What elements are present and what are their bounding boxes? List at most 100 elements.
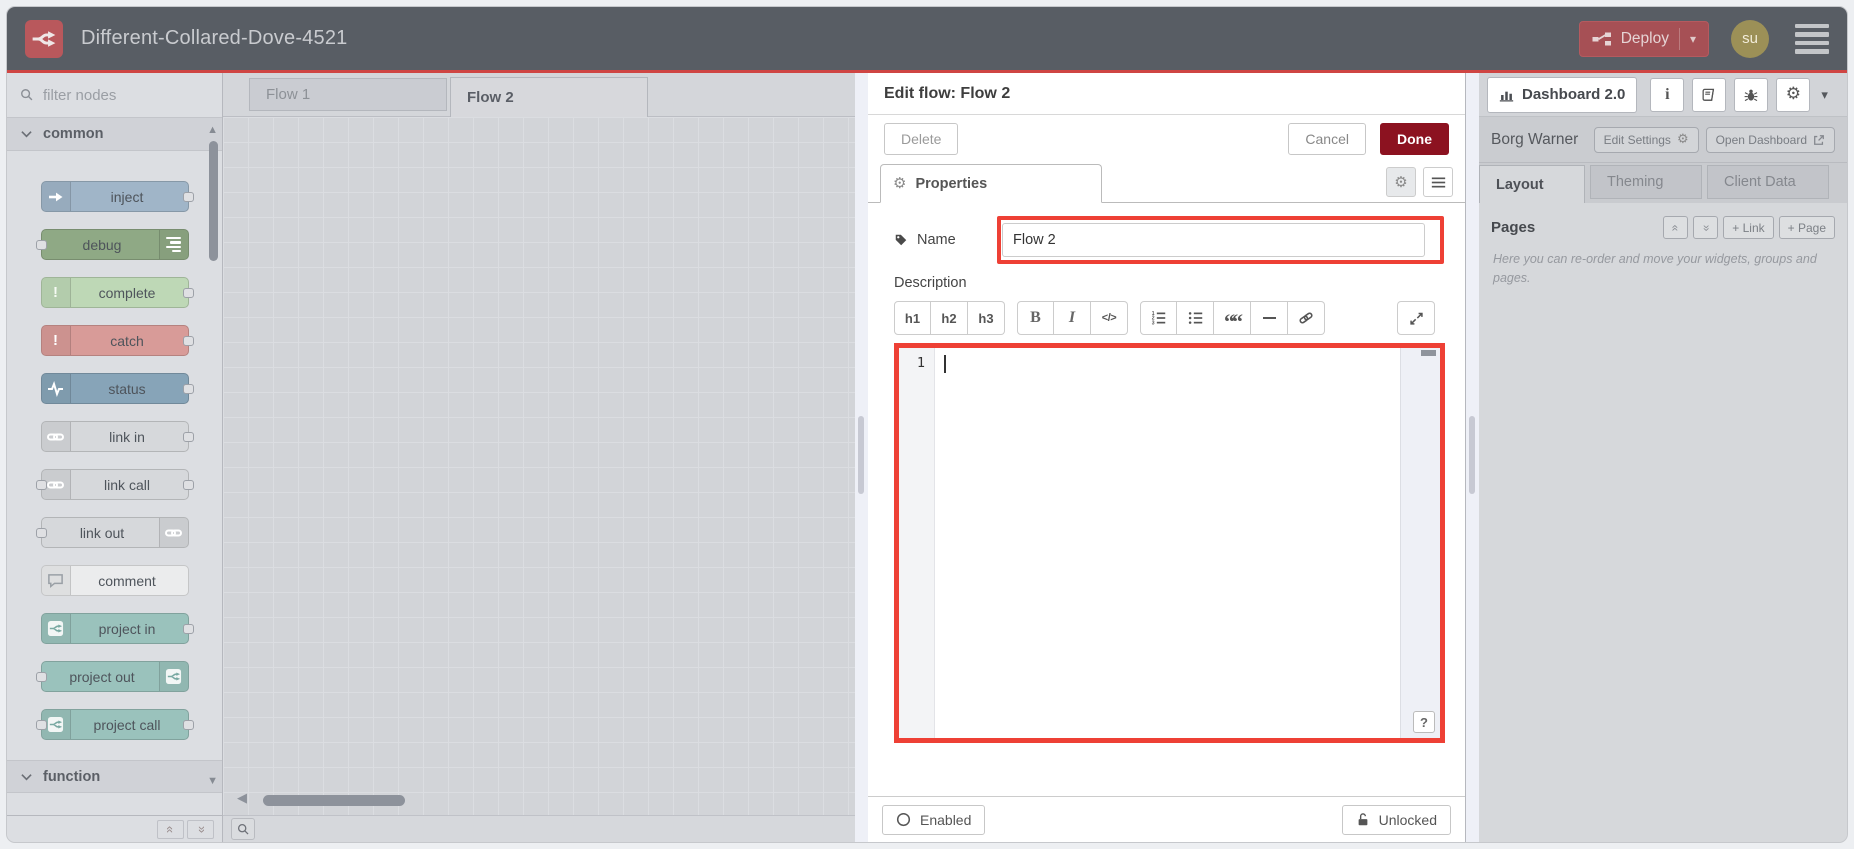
palette-node-link-out[interactable]: link out	[35, 517, 189, 548]
deploy-button[interactable]: Deploy ▾	[1578, 20, 1709, 57]
open-dashboard-button[interactable]: Open Dashboard	[1705, 126, 1835, 153]
edit-settings-button[interactable]: Edit Settings ⚙	[1593, 126, 1699, 153]
heading1-button[interactable]: h1	[894, 301, 931, 335]
tray-resize-handle-left[interactable]	[855, 73, 868, 842]
delete-button[interactable]: Delete	[884, 123, 959, 155]
tab-layout[interactable]: Layout	[1479, 165, 1585, 203]
palette-node-label: catch	[110, 332, 144, 349]
node-input-port[interactable]	[35, 239, 47, 250]
palette-category-common[interactable]: common	[7, 118, 222, 151]
palette-node-label: complete	[98, 284, 156, 301]
horizontal-rule-button[interactable]	[1251, 301, 1288, 335]
palette-expand-all-button[interactable]: «	[187, 819, 214, 839]
node-output-port[interactable]	[182, 719, 194, 730]
italic-button[interactable]: I	[1054, 301, 1091, 335]
pulse-icon	[41, 374, 71, 403]
node-input-port[interactable]	[35, 479, 47, 490]
node-output-port[interactable]	[182, 479, 194, 490]
node-output-port[interactable]	[182, 191, 194, 202]
horizontal-rule-icon	[1262, 316, 1276, 320]
node-output-port[interactable]	[182, 383, 194, 394]
canvas-zoom-search-button[interactable]	[231, 818, 255, 840]
cancel-button[interactable]: Cancel	[1288, 123, 1366, 155]
main-menu-icon[interactable]	[1795, 23, 1829, 54]
node-input-port[interactable]	[35, 671, 47, 682]
heading2-button[interactable]: h2	[931, 301, 968, 335]
flow-lock-toggle[interactable]: Unlocked	[1341, 804, 1451, 835]
editor-help-button[interactable]: ?	[1413, 711, 1435, 733]
node-input-port[interactable]	[35, 719, 47, 730]
flow-name-input[interactable]	[1002, 223, 1425, 257]
expand-editor-button[interactable]	[1397, 301, 1435, 335]
node-input-port[interactable]	[35, 527, 47, 538]
edit-description-button[interactable]	[1423, 167, 1453, 197]
ordered-list-button[interactable]: 123	[1140, 301, 1177, 335]
help-tab-button[interactable]	[1692, 77, 1727, 112]
collapse-all-pages-button[interactable]: «	[1663, 216, 1689, 239]
node-output-port[interactable]	[182, 431, 194, 442]
palette-node-catch[interactable]: ! catch	[40, 325, 194, 356]
palette-footer: « «	[7, 815, 222, 842]
add-page-button[interactable]: + Page	[1778, 216, 1835, 239]
editor-scrollbar-thumb[interactable]	[1421, 350, 1436, 356]
tab-flow-1[interactable]: Flow 1	[249, 78, 447, 111]
bold-button[interactable]: B	[1017, 301, 1054, 335]
heading3-button[interactable]: h3	[968, 301, 1005, 335]
palette-node-complete[interactable]: ! complete	[40, 277, 194, 308]
header: Different-Collared-Dove-4521 Deploy ▾ su	[7, 7, 1847, 73]
sidebar-resize-handle[interactable]	[1466, 73, 1479, 842]
sidebar-collapse-caret-icon[interactable]: ▾	[1821, 87, 1828, 103]
add-link-button[interactable]: + Link	[1723, 216, 1774, 239]
palette-category-function[interactable]: function	[7, 760, 222, 793]
user-avatar[interactable]: su	[1731, 19, 1769, 58]
tab-theming[interactable]: Theming	[1590, 165, 1702, 199]
workspace: Flow 1 Flow 2	[223, 73, 855, 842]
link-icon	[158, 518, 188, 547]
node-output-port[interactable]	[182, 623, 194, 634]
expand-icon	[1409, 312, 1423, 325]
layout-panel: Pages « « + Link + Page Here you can re-…	[1479, 203, 1847, 842]
tab-dashboard-2[interactable]: Dashboard 2.0	[1487, 76, 1638, 113]
palette-node-comment[interactable]: comment	[40, 565, 189, 596]
filter-nodes-input[interactable]	[43, 86, 193, 104]
palette-node-link-in[interactable]: link in	[40, 421, 194, 452]
palette-node-project-in[interactable]: project in	[40, 613, 194, 644]
tab-flow-2[interactable]: Flow 2	[450, 77, 648, 117]
node-red-app-window: Different-Collared-Dove-4521 Deploy ▾ su	[6, 6, 1848, 843]
edit-properties-button[interactable]: ⚙	[1386, 167, 1416, 197]
palette-node-project-out[interactable]: project out	[35, 661, 189, 692]
palette-scroll-down-icon[interactable]	[207, 776, 218, 787]
edit-settings-label: Edit Settings	[1603, 132, 1671, 147]
palette-node-status[interactable]: status	[40, 373, 194, 404]
palette-node-inject[interactable]: inject	[40, 181, 194, 212]
palette-node-label: project out	[69, 668, 135, 685]
unordered-list-button[interactable]	[1177, 301, 1214, 335]
palette-node-project-call[interactable]: project call	[35, 709, 194, 740]
palette-node-debug[interactable]: debug	[35, 229, 189, 260]
editor-scrollbar-track[interactable]	[1400, 348, 1440, 738]
blockquote-button[interactable]	[1214, 301, 1251, 335]
tab-client-data[interactable]: Client Data	[1707, 165, 1829, 199]
debug-tab-button[interactable]	[1734, 77, 1769, 112]
editor-content-area[interactable]	[935, 348, 1400, 738]
flow-enabled-toggle[interactable]: Enabled	[882, 804, 986, 835]
flow-canvas[interactable]	[223, 117, 855, 815]
code-button[interactable]: </>	[1091, 301, 1128, 335]
canvas-scroll-left-icon[interactable]	[237, 790, 247, 806]
node-output-port[interactable]	[182, 335, 194, 346]
done-button[interactable]: Done	[1380, 123, 1449, 155]
expand-all-pages-button[interactable]: «	[1693, 216, 1719, 239]
palette-node-link-call[interactable]: link call	[35, 469, 194, 500]
info-tab-button[interactable]: i	[1650, 77, 1685, 112]
palette-collapse-all-button[interactable]: «	[157, 819, 184, 839]
deploy-caret-icon[interactable]: ▾	[1690, 32, 1696, 46]
config-nodes-tab-button[interactable]: ⚙	[1776, 77, 1811, 112]
insert-link-button[interactable]	[1288, 301, 1325, 335]
palette-scroll-up-icon[interactable]	[207, 125, 218, 136]
gear-icon: ⚙	[893, 174, 907, 192]
node-output-port[interactable]	[182, 287, 194, 298]
palette-scrollbar-thumb[interactable]	[209, 141, 218, 261]
canvas-hscrollbar-thumb[interactable]	[263, 795, 405, 806]
palette-node-label: comment	[98, 572, 156, 589]
tab-properties[interactable]: ⚙ Properties	[880, 164, 1102, 203]
